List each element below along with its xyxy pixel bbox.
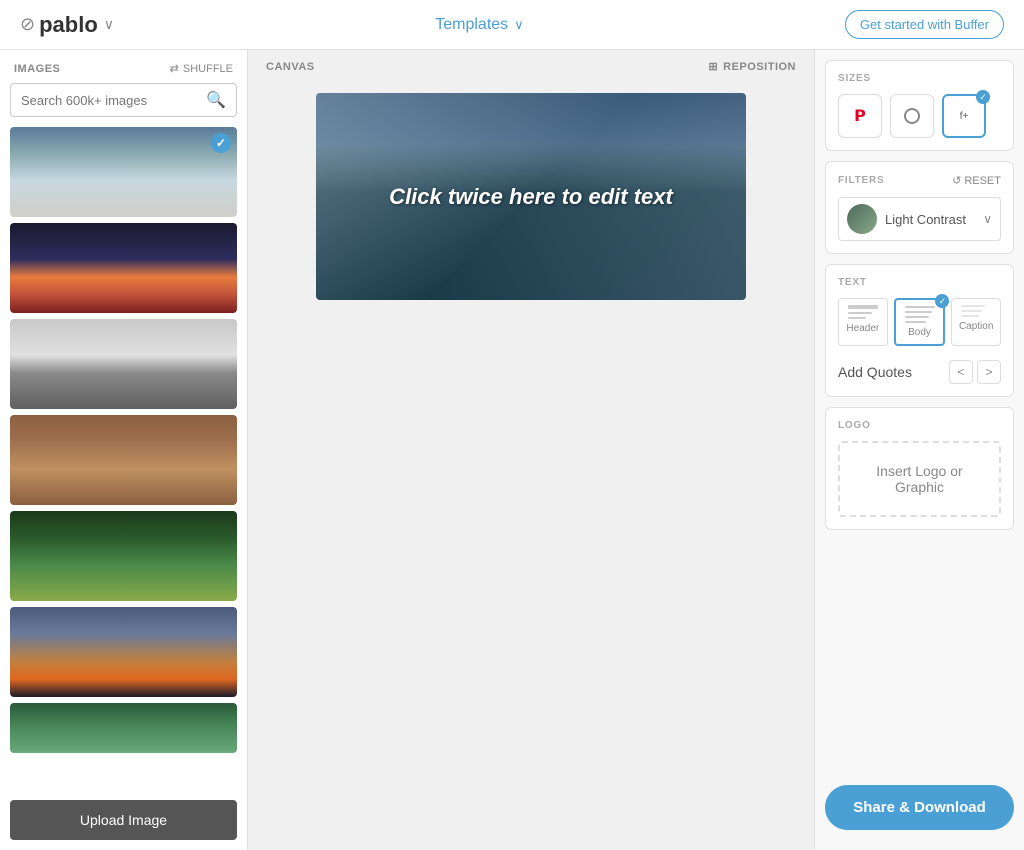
add-quotes-row: Add Quotes < > bbox=[838, 356, 1001, 384]
header: ⊘ pablo ∨ Templates ∨ Get started with B… bbox=[0, 0, 1024, 50]
image-item[interactable] bbox=[10, 223, 237, 313]
image-item[interactable] bbox=[10, 703, 237, 753]
sizes-row: 𝗣 f+ bbox=[838, 94, 1001, 138]
logo-label: LOGO bbox=[838, 420, 1001, 431]
canvas-area: CANVAS ⊞ REPOSITION Click twice here to … bbox=[248, 50, 814, 850]
image-item[interactable] bbox=[10, 415, 237, 505]
header-line-3 bbox=[848, 317, 866, 319]
body-label: Body bbox=[908, 327, 931, 338]
canvas-toolbar: CANVAS ⊞ REPOSITION bbox=[248, 50, 814, 83]
logo[interactable]: ⊘ pablo ∨ bbox=[20, 12, 114, 38]
logo-section: LOGO Insert Logo or Graphic bbox=[825, 407, 1014, 530]
templates-label: Templates bbox=[435, 16, 508, 34]
size-circle-button[interactable] bbox=[890, 94, 934, 138]
quote-prev-button[interactable]: < bbox=[949, 360, 973, 384]
main-layout: IMAGES ⇄ SHUFFLE 🔍 Upload Image CANVAS ⊞ bbox=[0, 50, 1024, 850]
text-options: Header Body bbox=[838, 298, 1001, 346]
canvas-wrapper: Click twice here to edit text bbox=[248, 83, 814, 850]
text-caption-option[interactable]: Caption bbox=[951, 298, 1001, 346]
spacer bbox=[815, 530, 1024, 771]
upload-image-button[interactable]: Upload Image bbox=[10, 800, 237, 840]
circle-icon bbox=[904, 108, 920, 124]
pinterest-icon: 𝗣 bbox=[854, 106, 866, 126]
header-line-1 bbox=[848, 305, 878, 309]
body-lines bbox=[905, 306, 935, 323]
body-line-1 bbox=[905, 306, 935, 308]
reposition-icon: ⊞ bbox=[708, 60, 718, 73]
facebook-icon: f+ bbox=[960, 111, 969, 122]
text-section: TEXT Header bbox=[825, 264, 1014, 397]
size-facebook-button[interactable]: f+ bbox=[942, 94, 986, 138]
body-line-2 bbox=[905, 311, 932, 313]
image-item[interactable] bbox=[10, 607, 237, 697]
image-item[interactable] bbox=[10, 511, 237, 601]
text-body-option[interactable]: Body bbox=[894, 298, 946, 346]
filters-section: FILTERS ↺ RESET Light Contrast ∨ bbox=[825, 161, 1014, 254]
sizes-section: SIZES 𝗣 f+ bbox=[825, 60, 1014, 151]
header-label: Header bbox=[846, 323, 879, 334]
caption-label: Caption bbox=[959, 321, 993, 332]
text-header-option[interactable]: Header bbox=[838, 298, 888, 346]
search-icon: 🔍 bbox=[206, 90, 226, 110]
caption-lines bbox=[961, 305, 991, 317]
shuffle-icon: ⇄ bbox=[170, 62, 179, 75]
templates-menu[interactable]: Templates ∨ bbox=[435, 16, 523, 34]
templates-chevron-icon: ∨ bbox=[514, 17, 524, 33]
filter-name: Light Contrast bbox=[885, 212, 975, 227]
canvas-label: CANVAS bbox=[266, 61, 315, 73]
reposition-label: REPOSITION bbox=[723, 61, 796, 73]
quote-nav: < > bbox=[949, 360, 1001, 384]
header-line-2 bbox=[848, 312, 872, 314]
share-download-button[interactable]: Share & Download bbox=[825, 785, 1014, 830]
reposition-button[interactable]: ⊞ REPOSITION bbox=[708, 60, 796, 73]
caption-line-2 bbox=[961, 310, 982, 312]
logo-text: pablo bbox=[39, 12, 98, 38]
filters-header: FILTERS ↺ RESET bbox=[838, 174, 1001, 187]
image-item[interactable] bbox=[10, 127, 237, 217]
shuffle-button[interactable]: ⇄ SHUFFLE bbox=[170, 62, 233, 75]
size-pinterest-button[interactable]: 𝗣 bbox=[838, 94, 882, 138]
body-line-4 bbox=[905, 321, 926, 323]
sizes-label: SIZES bbox=[838, 73, 1001, 84]
text-label: TEXT bbox=[838, 277, 1001, 288]
header-lines bbox=[848, 305, 878, 319]
images-label: IMAGES bbox=[14, 63, 60, 75]
quote-next-button[interactable]: > bbox=[977, 360, 1001, 384]
canvas[interactable]: Click twice here to edit text bbox=[316, 93, 746, 300]
filter-dropdown[interactable]: Light Contrast ∨ bbox=[838, 197, 1001, 241]
search-box[interactable]: 🔍 bbox=[10, 83, 237, 117]
images-list bbox=[0, 127, 247, 790]
body-line-3 bbox=[905, 316, 929, 318]
reset-label: RESET bbox=[964, 175, 1001, 187]
logo-chevron: ∨ bbox=[104, 16, 114, 33]
reset-button[interactable]: ↺ RESET bbox=[952, 174, 1001, 187]
filters-label: FILTERS bbox=[838, 175, 885, 186]
images-sidebar: IMAGES ⇄ SHUFFLE 🔍 Upload Image bbox=[0, 50, 248, 850]
add-quotes-label: Add Quotes bbox=[838, 364, 912, 380]
insert-logo-button[interactable]: Insert Logo or Graphic bbox=[838, 441, 1001, 517]
caption-line-3 bbox=[961, 315, 979, 317]
right-panel: SIZES 𝗣 f+ FILTERS ↺ RESET bbox=[814, 50, 1024, 850]
filter-thumbnail bbox=[847, 204, 877, 234]
search-input[interactable] bbox=[21, 93, 198, 108]
image-item[interactable] bbox=[10, 319, 237, 409]
sidebar-header: IMAGES ⇄ SHUFFLE bbox=[0, 50, 247, 83]
shuffle-label: SHUFFLE bbox=[183, 63, 233, 75]
filter-chevron-icon: ∨ bbox=[983, 212, 992, 226]
canvas-edit-text[interactable]: Click twice here to edit text bbox=[389, 184, 673, 210]
caption-line-1 bbox=[961, 305, 985, 307]
reset-icon: ↺ bbox=[952, 174, 961, 187]
logo-icon: ⊘ bbox=[20, 14, 35, 35]
buffer-button[interactable]: Get started with Buffer bbox=[845, 10, 1004, 39]
